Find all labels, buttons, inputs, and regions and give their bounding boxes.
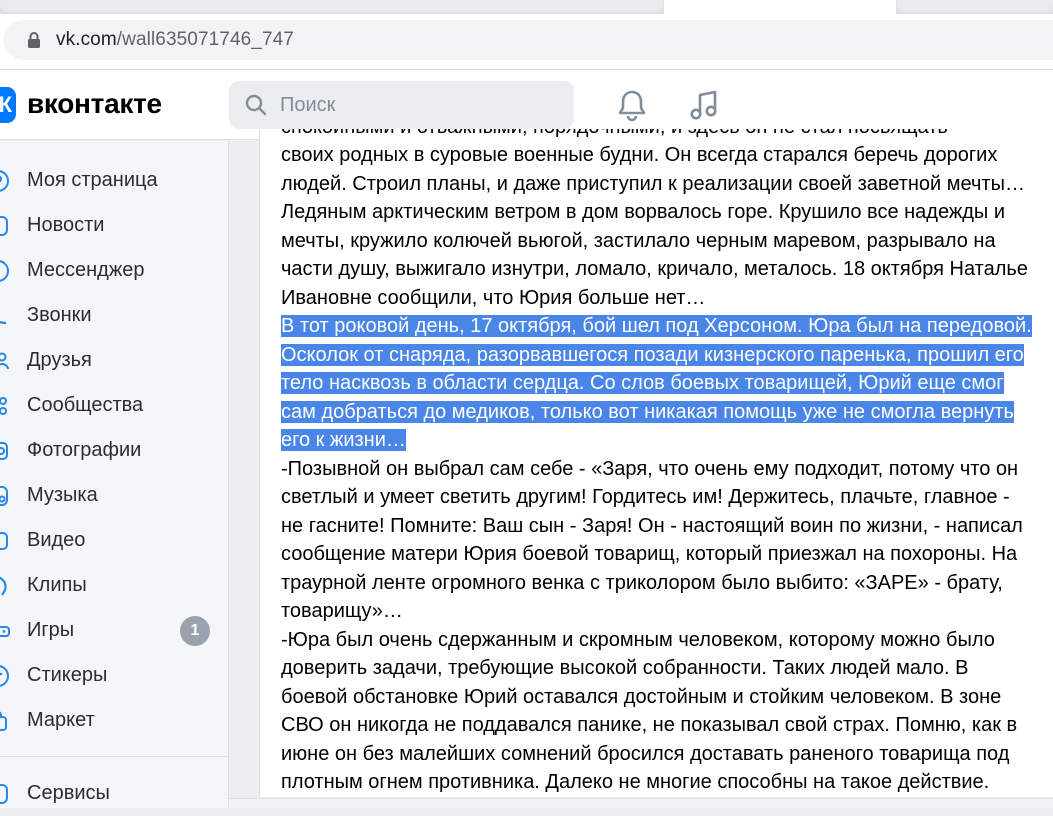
message-bubble-icon bbox=[0, 259, 9, 282]
sidebar-item-label: Фотографии bbox=[27, 439, 142, 461]
sidebar-item-label: Музыка bbox=[27, 484, 98, 506]
sidebar-item-video[interactable]: Видео bbox=[0, 518, 229, 563]
left-sidebar: Моя страница Новости Мессенджер Звонки Д… bbox=[0, 141, 229, 808]
music-note-icon[interactable] bbox=[686, 87, 722, 123]
post-line: светлый и умеет светить другим! Гордитес… bbox=[281, 486, 1010, 508]
post-clipped-line: спокойными и отважными, порядочными, и з… bbox=[281, 129, 1041, 141]
url-text[interactable]: vk.com/wall635071746_747 bbox=[56, 29, 294, 51]
search-placeholder: Поиск bbox=[280, 93, 336, 116]
post-line: товарищу»… bbox=[281, 600, 403, 622]
sidebar-item-label: Видео bbox=[27, 529, 86, 551]
vk-logo-icon[interactable]: К bbox=[0, 87, 16, 123]
sidebar-item-label: Игры bbox=[27, 619, 75, 641]
user-circle-icon bbox=[0, 169, 9, 192]
communities-icon bbox=[0, 396, 7, 415]
selected-text-line: тело насквозь в области сердца. Со слов … bbox=[281, 372, 1004, 394]
video-icon bbox=[0, 531, 8, 550]
sidebar-item-photos[interactable]: Фотографии bbox=[0, 428, 229, 473]
main-content: спокойными и отважными, порядочными, и з… bbox=[229, 129, 1053, 808]
post-line: доверить задачи, требующие высокой собра… bbox=[281, 657, 969, 679]
post-line: Ивановне сообщили, что Юрия больше нет… bbox=[281, 286, 706, 309]
post-line: части душу, выжигало изнутри, ломало, кр… bbox=[281, 258, 1028, 280]
browser-toolbar: vk.com/wall635071746_747 bbox=[0, 14, 1053, 70]
sidebar-item-label: Сервисы bbox=[27, 782, 110, 804]
post-line: -Юра был очень сдержанным и скромным чел… bbox=[281, 628, 995, 651]
post-paragraph-after: -Позывной он выбрал сам себе - «Заря, чт… bbox=[281, 455, 1041, 797]
selected-text-line: Осколок от снаряда, разорвавшегося позад… bbox=[281, 343, 1024, 366]
photo-icon bbox=[0, 441, 8, 460]
clips-icon bbox=[0, 576, 7, 596]
post-paragraph-before: своих родных в суровые военные будни. Он… bbox=[281, 141, 1041, 312]
sidebar-item-label: Друзья bbox=[27, 349, 92, 371]
sidebar-item-calls[interactable]: Звонки bbox=[0, 293, 229, 338]
games-counter-badge: 1 bbox=[180, 615, 210, 646]
sidebar-item-games[interactable]: Игры 1 bbox=[0, 608, 229, 653]
music-icon bbox=[0, 485, 8, 506]
sidebar-divider bbox=[0, 756, 228, 757]
selected-text-line: сам добраться до медиков, только вот ник… bbox=[281, 400, 1014, 423]
post-line: не гасните! Помните: Ваш сын - Заря! Он … bbox=[281, 514, 1023, 537]
sidebar-item-my-page[interactable]: Моя страница bbox=[0, 158, 229, 203]
post-line: мечты, кружило колючей вьюгой, застилало… bbox=[281, 229, 996, 252]
newspaper-icon bbox=[0, 215, 8, 236]
market-icon bbox=[0, 711, 7, 731]
address-bar[interactable]: vk.com/wall635071746_747 bbox=[4, 20, 1053, 60]
sidebar-item-music[interactable]: Музыка bbox=[0, 473, 229, 518]
lock-icon[interactable] bbox=[22, 28, 46, 52]
browser-tab[interactable] bbox=[897, 0, 1053, 12]
selected-text-line: его к жизни… bbox=[281, 429, 406, 451]
search-input[interactable]: Поиск bbox=[229, 81, 574, 129]
browser-tab-active[interactable] bbox=[664, 0, 896, 14]
post-line: своих родных в суровые военные будни. Он… bbox=[281, 144, 998, 166]
vk-logo-letter: К bbox=[0, 92, 12, 117]
post-line: июне он без малейших сомнений бросился д… bbox=[281, 742, 1010, 765]
sidebar-item-friends[interactable]: Друзья bbox=[0, 338, 229, 383]
post-card: спокойными и отважными, порядочными, и з… bbox=[259, 129, 1053, 797]
stickers-icon bbox=[0, 664, 9, 687]
post-line: людей. Строил планы, и даже приступил к … bbox=[281, 172, 1025, 195]
sidebar-item-label: Маркет bbox=[27, 709, 95, 731]
post-text[interactable]: спокойными и отважными, порядочными, и з… bbox=[281, 129, 1041, 797]
phone-icon bbox=[0, 320, 7, 324]
post-line: сообщение матери Юрия боевой товарищ, ко… bbox=[281, 543, 1018, 565]
sidebar-item-label: Стикеры bbox=[27, 664, 108, 686]
bell-icon[interactable] bbox=[614, 87, 650, 123]
sidebar-item-communities[interactable]: Сообщества bbox=[0, 383, 229, 428]
post-line: плотным огнем противника. Далеко не мног… bbox=[281, 771, 990, 793]
browser-tab[interactable] bbox=[0, 0, 663, 12]
sidebar-item-stickers[interactable]: Стикеры bbox=[0, 653, 229, 698]
post-selected-paragraph[interactable]: В тот роковой день, 17 октября, бой шел … bbox=[281, 312, 1041, 455]
vk-wordmark[interactable]: вконтакте bbox=[27, 88, 162, 120]
url-host: vk.com bbox=[56, 29, 117, 50]
sidebar-item-clips[interactable]: Клипы bbox=[0, 563, 229, 608]
sidebar-item-news[interactable]: Новости bbox=[0, 203, 229, 248]
selected-text-line: В тот роковой день, 17 октября, бой шел … bbox=[281, 315, 1032, 337]
clipped-line-fragment: спокойными и отважными, порядочными, и з… bbox=[281, 129, 948, 141]
games-icon bbox=[0, 625, 10, 637]
sidebar-item-label: Клипы bbox=[27, 574, 87, 596]
url-path: /wall635071746_747 bbox=[116, 29, 294, 50]
search-icon bbox=[245, 94, 267, 116]
browser-tabstrip bbox=[0, 0, 1053, 14]
post-line: -Позывной он выбрал сам себе - «Заря, чт… bbox=[281, 457, 1019, 480]
post-line: Ледяным арктическим ветром в дом ворвало… bbox=[281, 201, 1006, 223]
post-line: СВО он никогда не поддавался панике, не … bbox=[281, 714, 1018, 736]
bottom-bar bbox=[229, 798, 1053, 808]
sidebar-item-label: Звонки bbox=[27, 304, 92, 326]
post-line: боевой обстановке Юрий оставался достойн… bbox=[281, 685, 1002, 708]
friends-icon bbox=[0, 352, 9, 369]
sidebar-item-label: Моя страница bbox=[27, 169, 158, 191]
sidebar-item-market[interactable]: Маркет bbox=[0, 698, 229, 743]
sidebar-item-label: Сообщества bbox=[27, 394, 144, 416]
sidebar-item-services[interactable]: Сервисы bbox=[0, 771, 229, 816]
post-line: траурной ленте огромного венка с триколо… bbox=[281, 571, 1003, 594]
sidebar-item-label: Мессенджер bbox=[27, 259, 145, 281]
sidebar-item-messenger[interactable]: Мессенджер bbox=[0, 248, 229, 293]
services-icon bbox=[0, 783, 8, 804]
sidebar-item-label: Новости bbox=[27, 214, 105, 236]
